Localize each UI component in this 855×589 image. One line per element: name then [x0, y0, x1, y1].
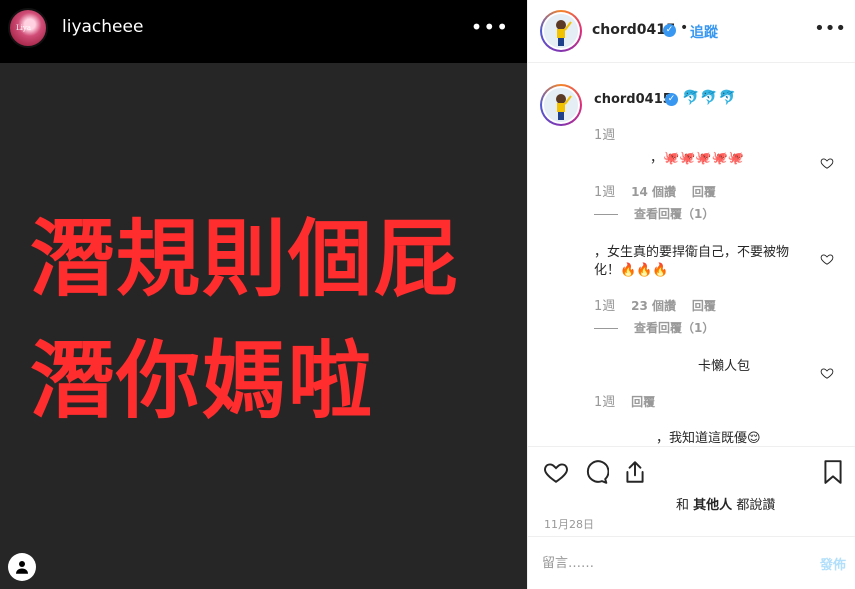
- post-comment-button[interactable]: 發佈: [820, 554, 846, 573]
- follow-button[interactable]: 追蹤: [690, 22, 718, 42]
- post-text-line-2: 潛你媽啦: [30, 332, 375, 430]
- caption-text: 🐬🐬🐬: [682, 90, 738, 106]
- likes-suffix: 都說讚: [736, 498, 776, 513]
- comment-like-icon[interactable]: [820, 252, 834, 266]
- comment-meta: 1週 14 個讚 回覆: [594, 181, 728, 200]
- comment-meta: 1週 23 個讚 回覆: [594, 295, 728, 314]
- post-actions: 和 其他人 都說讚 11月28日: [528, 446, 855, 536]
- comment-text: ，🐙🐙🐙🐙🐙: [650, 151, 744, 166]
- author-avatar[interactable]: [540, 10, 582, 52]
- post-image[interactable]: 潛規則個屁 潛你媽啦: [0, 63, 527, 589]
- comment-text: ，我知道這既優😌: [656, 431, 761, 446]
- replies-divider: [594, 214, 618, 215]
- heart-icon[interactable]: [543, 459, 569, 485]
- likes-prefix: 和: [676, 498, 690, 513]
- reply-button[interactable]: 回覆: [631, 395, 655, 409]
- avatar-logo-text: Liya: [16, 24, 32, 32]
- poster-username[interactable]: liyacheee: [62, 17, 143, 37]
- poster-avatar[interactable]: Liya: [8, 8, 48, 48]
- more-options-icon[interactable]: •••: [814, 18, 846, 39]
- caption-time[interactable]: 1週: [594, 124, 615, 143]
- view-replies-button[interactable]: 查看回覆（1）: [594, 205, 714, 222]
- post-date[interactable]: 11月28日: [544, 516, 594, 532]
- comment-likes[interactable]: 14 個讚: [631, 185, 676, 199]
- comment-text: ，女生真的要捍衛自己，不要被物化！🔥🔥🔥: [594, 245, 790, 278]
- comment-meta: 1週 回覆: [594, 391, 667, 410]
- caption-username[interactable]: chord0415: [594, 92, 672, 107]
- caption-avatar[interactable]: [540, 84, 582, 126]
- comment-time[interactable]: 1週: [594, 299, 615, 314]
- comment-input[interactable]: [542, 551, 782, 575]
- likes-summary[interactable]: 和 其他人 都說讚: [676, 494, 775, 513]
- view-replies-label: 查看回覆（1）: [634, 321, 715, 335]
- reply-button[interactable]: 回覆: [692, 299, 716, 313]
- comments-list[interactable]: chord0415 ✓ 🐬🐬🐬 1週 ，🐙🐙🐙🐙🐙 1週 14 個讚 回覆 查看…: [528, 64, 855, 446]
- likes-others[interactable]: 其他人: [693, 498, 732, 513]
- reply-button[interactable]: 回覆: [692, 185, 716, 199]
- view-replies-button[interactable]: 查看回覆（1）: [594, 319, 714, 336]
- bookmark-icon[interactable]: [820, 459, 846, 485]
- tagged-user-icon[interactable]: [8, 553, 36, 581]
- share-icon[interactable]: [622, 459, 648, 485]
- media-header: Liya liyacheee •••: [0, 0, 527, 63]
- post-text-line-1: 潛規則個屁: [30, 210, 461, 308]
- comment-like-icon[interactable]: [820, 366, 834, 380]
- verified-badge-icon: ✓: [663, 24, 676, 37]
- separator-dot: •: [680, 20, 689, 36]
- post-media-panel: Liya liyacheee ••• 潛規則個屁 潛你媽啦: [0, 0, 527, 589]
- details-header: chord0415 ✓ • 追蹤 •••: [528, 0, 855, 63]
- more-options-icon[interactable]: •••: [471, 15, 509, 39]
- replies-divider: [594, 328, 618, 329]
- comment-time[interactable]: 1週: [594, 395, 615, 410]
- comment-time[interactable]: 1週: [594, 185, 615, 200]
- post-details-panel: chord0415 ✓ • 追蹤 ••• chord0415 ✓ 🐬🐬🐬 1週 …: [527, 0, 855, 589]
- view-replies-label: 查看回覆（1）: [634, 207, 715, 221]
- comment-likes[interactable]: 23 個讚: [631, 299, 676, 313]
- add-comment-bar: 發佈: [528, 536, 855, 589]
- verified-badge-icon: ✓: [665, 93, 678, 106]
- comment-like-icon[interactable]: [820, 156, 834, 170]
- comment-text: 卡懶人包: [698, 359, 751, 374]
- instagram-post-view: Liya liyacheee ••• 潛規則個屁 潛你媽啦 chord0415 …: [0, 0, 855, 589]
- comment-icon[interactable]: [583, 459, 609, 485]
